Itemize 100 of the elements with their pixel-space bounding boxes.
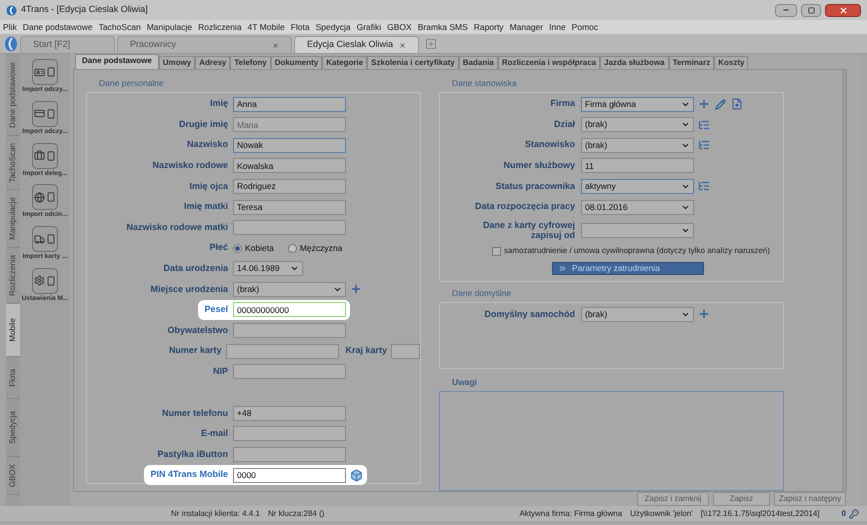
text-field[interactable]: Rodriguez [233,178,346,194]
menu-item[interactable]: Flota [290,20,310,34]
text-field[interactable]: Maria [233,117,346,132]
content-tab[interactable]: Jazda służbowa [600,56,669,69]
content-tab[interactable]: Dokumenty [270,56,322,69]
text-field[interactable]: 11 [581,158,694,174]
content-tab[interactable]: Kategorie [322,56,368,69]
new-tab-icon[interactable] [425,38,437,50]
dropdown-field[interactable]: (brak) [233,282,346,297]
menu-item[interactable]: Pomoc [572,20,598,34]
add-icon[interactable] [698,98,710,110]
app-logo-icon [6,4,17,16]
content-tab[interactable]: Dane podstawowe [75,54,159,69]
window-title: 4Trans - [Edycja Cieslak Oliwia] [21,3,149,16]
content-tab[interactable]: Terminarz [668,56,714,69]
content-tab[interactable]: Koszty [714,56,748,69]
text-field[interactable] [233,220,346,236]
side-tab[interactable]: Mobile [6,304,20,357]
field-label: Płeć [209,241,229,254]
status-text: Użytkownik 'jelon' [630,508,693,520]
field-label: Domyślny samochód [484,308,575,321]
text-field[interactable]: Kowalska [233,158,346,174]
close-button[interactable] [825,4,861,16]
pencil-icon[interactable] [715,98,726,110]
content-tab[interactable]: Umowy [158,56,196,69]
dropdown-field[interactable]: Firma główna [581,96,694,112]
content-tab[interactable]: Rozliczenia i współpraca [498,56,600,69]
status-text: Aktywna firma: Firma główna [519,508,622,520]
text-field[interactable]: Anna [233,96,346,112]
document-tab[interactable]: Edycja Cieslak Oliwia [294,36,419,53]
field-label: Imię [210,97,229,110]
field-label: Nazwisko [186,138,229,152]
dropdown-field[interactable]: 08.01.2016 [581,200,694,215]
field-label: Nazwisko rodowe [152,159,229,172]
side-tab[interactable]: Flota [6,356,20,400]
section-title: Dane personalne [99,77,165,90]
text-field[interactable]: Nowak [233,138,346,153]
section-title: Dane domyślne [452,287,512,300]
notes-field[interactable] [439,390,784,491]
menu-item[interactable]: Spedycja [316,20,351,34]
menu-item[interactable]: Grafiki [356,20,382,34]
menu-item[interactable]: TachoScan [98,20,141,34]
dropdown-field[interactable]: aktywny [581,178,694,194]
menu-item[interactable]: Bramka SMS [418,20,468,34]
text-field[interactable] [233,323,346,338]
dropdown-field[interactable]: (brak) [581,138,694,153]
checkbox[interactable] [492,246,501,256]
status-text: Nr instalacji klienta: 4.4.1 [171,508,260,520]
text-field[interactable] [226,344,340,359]
text-field[interactable] [233,426,346,442]
text-field[interactable]: 00000000000 [233,302,346,318]
menu-item[interactable]: Rozliczenia [198,20,242,34]
maximize-button[interactable] [801,4,821,16]
footer-button[interactable]: Zapisz [713,492,770,506]
content-tab[interactable]: Telefony [230,56,271,69]
field-label: Nazwisko rodowe matki [126,220,229,234]
menu-item[interactable]: Plik [3,20,17,34]
dropdown-field[interactable]: (brak) [581,117,694,132]
field-label: Pastylka iButton [157,448,229,461]
status-text: [\\172.16.1.75\sql2014test,22014] [700,508,820,520]
text-field[interactable] [391,344,420,359]
field-label: Status pracownika [495,180,575,193]
add-icon[interactable] [698,308,710,320]
menu-item[interactable]: Raporty [474,20,504,34]
parameters-button[interactable]: Parametry zatrudnienia [552,262,704,276]
dropdown-field[interactable] [581,222,694,238]
radio-option[interactable]: Mężczyzna [288,242,342,255]
menu-item[interactable]: GBOX [387,20,412,34]
document-icon[interactable] [731,98,743,110]
field-label: Drugie imię [178,118,229,131]
menu-item[interactable]: Dane podstawowe [22,20,93,34]
radio-option[interactable]: Kobieta [233,242,274,255]
content-tab[interactable]: Adresy [195,56,230,69]
content-tab[interactable]: Badania [458,56,498,69]
close-icon [838,6,848,14]
menu-item[interactable]: 4T Mobile [248,20,285,34]
list-icon[interactable] [698,180,710,192]
text-field[interactable]: +48 [233,406,346,421]
dropdown-field[interactable]: (brak) [581,306,694,322]
field-label: Stanowisko [524,138,575,152]
field-label: Dział [554,118,575,131]
field-label: Imię matki [184,200,229,214]
list-icon[interactable] [698,118,710,131]
menu-item[interactable]: Manager [510,20,544,34]
field-label: PIN 4Trans Mobile [144,464,233,486]
dropdown-field[interactable]: 14.06.1989 [233,261,303,276]
menu-item[interactable]: Manipulacje [146,20,192,34]
close-tab-icon[interactable] [272,42,279,48]
close-tab-icon[interactable] [399,42,406,48]
add-icon[interactable] [350,283,362,296]
document-tab[interactable]: Start [F2] [20,36,115,53]
list-icon[interactable] [698,139,710,152]
cube-icon[interactable] [350,468,363,482]
text-field[interactable] [233,447,346,462]
text-field[interactable] [233,364,346,380]
menu-item[interactable]: Inne [549,20,566,34]
content-tab[interactable]: Szkolenia i certyfikaty [367,56,459,69]
text-field[interactable]: 0000 [233,468,346,483]
maximize-icon [808,6,814,14]
text-field[interactable]: Teresa [233,200,346,215]
